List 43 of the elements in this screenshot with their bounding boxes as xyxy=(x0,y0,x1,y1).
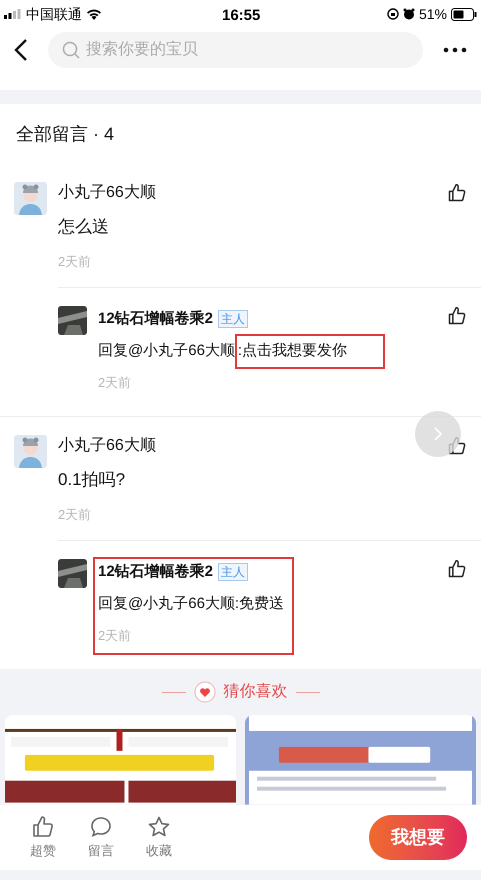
timestamp: 2天前 xyxy=(98,626,132,644)
action-button[interactable]: 留言 xyxy=(72,814,130,860)
battery-percent: 51% xyxy=(418,4,447,24)
reply-text: 回复@小丸子66大顺:免费送 xyxy=(98,594,284,614)
search-field[interactable]: 搜索你要的宝贝 xyxy=(48,32,423,68)
username: 小丸子66大顺 xyxy=(58,436,156,456)
wifi-icon xyxy=(86,8,102,20)
thumbs-up-icon xyxy=(31,814,55,839)
owner-badge: 主人 xyxy=(218,310,248,328)
thumbs-up-icon[interactable] xyxy=(447,306,467,326)
more-icon[interactable] xyxy=(443,47,467,53)
timestamp: 2天前 xyxy=(58,252,92,270)
avatar xyxy=(58,559,87,588)
want-button[interactable]: 我想要 xyxy=(369,815,467,860)
action-button[interactable]: 超赞 xyxy=(14,814,72,860)
username: 12钻石增幅卷乘2 xyxy=(98,562,214,582)
battery-icon xyxy=(451,8,477,20)
avatar xyxy=(14,182,47,215)
status-time: 16:55 xyxy=(222,6,260,26)
comment-text: 怎么送 xyxy=(58,216,110,238)
carrier-name: 中国联通 xyxy=(26,4,82,24)
reply-text: 回复@小丸子66大顺 xyxy=(98,341,235,361)
timestamp: 2天前 xyxy=(58,506,92,524)
username: 小丸子66大顺 xyxy=(58,182,156,203)
thumbs-up-icon[interactable] xyxy=(447,183,467,203)
back-icon[interactable] xyxy=(14,38,28,62)
comment-text: 0.1拍吗? xyxy=(58,469,126,491)
owner-badge: 主人 xyxy=(218,563,248,581)
speech-bubble-icon xyxy=(89,814,113,839)
timestamp: 2天前 xyxy=(98,374,132,392)
section-title: 猜你喜欢 xyxy=(224,682,288,702)
username: 12钻石增幅卷乘2 xyxy=(98,308,214,329)
avatar xyxy=(14,435,47,468)
star-icon xyxy=(147,814,171,839)
thumbs-up-icon[interactable] xyxy=(447,559,467,579)
comments-heading: 全部留言 · 4 xyxy=(16,122,114,146)
signal-icon xyxy=(4,9,22,19)
chevron-right-icon xyxy=(433,426,443,442)
avatar xyxy=(58,306,87,335)
alarm-icon xyxy=(402,8,415,20)
highlighted-text: :点击我想要发你 xyxy=(238,342,348,359)
rotation-lock-icon xyxy=(386,8,399,20)
action-button[interactable]: 收藏 xyxy=(130,814,188,860)
